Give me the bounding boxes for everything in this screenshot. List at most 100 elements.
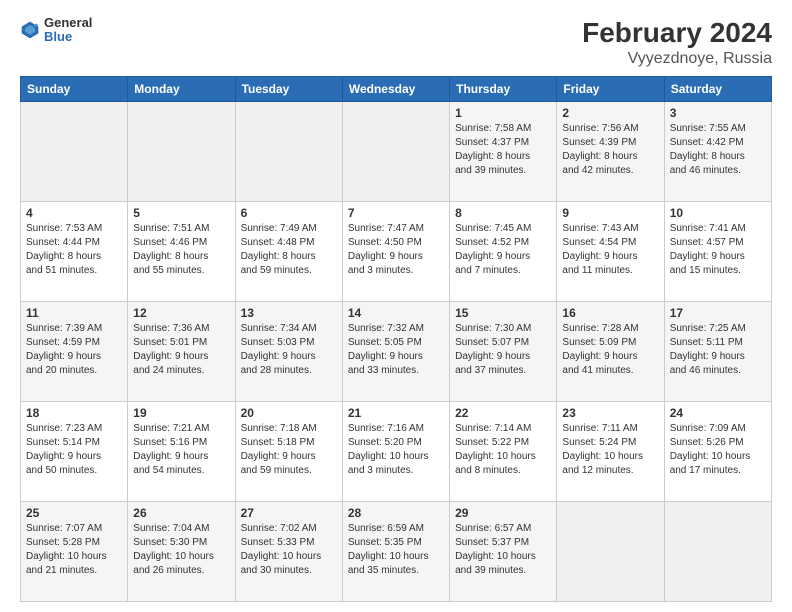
day-info: Sunrise: 7:41 AMSunset: 4:57 PMDaylight:… [670,222,766,278]
calendar-header: SundayMondayTuesdayWednesdayThursdayFrid… [21,76,772,101]
day-number: 17 [670,306,766,320]
day-number: 18 [26,406,122,420]
day-info: Sunrise: 7:45 AMSunset: 4:52 PMDaylight:… [455,222,551,278]
calendar-cell: 12 Sunrise: 7:36 AMSunset: 5:01 PMDayligh… [128,301,235,401]
day-number: 19 [133,406,229,420]
calendar-cell: 2 Sunrise: 7:56 AMSunset: 4:39 PMDaylight… [557,101,664,201]
logo-icon [20,20,40,40]
calendar-cell: 3Sunrise: 7:55 AMSunset: 4:42 PMDaylight… [664,101,771,201]
calendar-cell: 1Sunrise: 7:58 AMSunset: 4:37 PMDaylight… [450,101,557,201]
day-info: Sunrise: 6:57 AMSunset: 5:37 PMDaylight:… [455,522,551,578]
calendar-cell: 24 Sunrise: 7:09 AMSunset: 5:26 PMDayligh… [664,401,771,501]
day-number: 26 [133,506,229,520]
week-row-3: 11Sunrise: 7:39 AMSunset: 4:59 PMDayligh… [21,301,772,401]
week-row-5: 25 Sunrise: 7:07 AMSunset: 5:28 PMDayligh… [21,501,772,601]
calendar-cell: 20 Sunrise: 7:18 AMSunset: 5:18 PMDayligh… [235,401,342,501]
logo: General Blue [20,16,92,45]
day-number: 14 [348,306,444,320]
calendar-cell: 6Sunrise: 7:49 AMSunset: 4:48 PMDaylight… [235,201,342,301]
day-info: Sunrise: 7:47 AMSunset: 4:50 PMDaylight:… [348,222,444,278]
calendar-body: 1Sunrise: 7:58 AMSunset: 4:37 PMDaylight… [21,101,772,601]
calendar-cell: 27Sunrise: 7:02 AMSunset: 5:33 PMDayligh… [235,501,342,601]
calendar-cell: 23Sunrise: 7:11 AMSunset: 5:24 PMDayligh… [557,401,664,501]
day-info: Sunrise: 7:34 AMSunset: 5:03 PMDaylight:… [241,322,337,378]
day-info: Sunrise: 7:56 AMSunset: 4:39 PMDaylight:… [562,122,658,178]
day-number: 23 [562,406,658,420]
day-info: Sunrise: 6:59 AMSunset: 5:35 PMDaylight:… [348,522,444,578]
day-number: 20 [241,406,337,420]
calendar-cell [557,501,664,601]
calendar-cell: 18Sunrise: 7:23 AMSunset: 5:14 PMDayligh… [21,401,128,501]
calendar-cell: 17 Sunrise: 7:25 AMSunset: 5:11 PMDayligh… [664,301,771,401]
calendar-cell: 14 Sunrise: 7:32 AMSunset: 5:05 PMDayligh… [342,301,449,401]
day-number: 13 [241,306,337,320]
calendar-cell [235,101,342,201]
day-number: 10 [670,206,766,220]
day-info: Sunrise: 7:14 AMSunset: 5:22 PMDaylight:… [455,422,551,478]
calendar-cell [664,501,771,601]
calendar-cell: 15Sunrise: 7:30 AMSunset: 5:07 PMDayligh… [450,301,557,401]
calendar-cell: 22 Sunrise: 7:14 AMSunset: 5:22 PMDayligh… [450,401,557,501]
calendar-table: SundayMondayTuesdayWednesdayThursdayFrid… [20,76,772,602]
calendar-cell: 28 Sunrise: 6:59 AMSunset: 5:35 PMDayligh… [342,501,449,601]
logo-blue-text: Blue [44,30,92,44]
week-row-4: 18Sunrise: 7:23 AMSunset: 5:14 PMDayligh… [21,401,772,501]
calendar-cell: 9 Sunrise: 7:43 AMSunset: 4:54 PMDaylight… [557,201,664,301]
calendar-cell: 25 Sunrise: 7:07 AMSunset: 5:28 PMDayligh… [21,501,128,601]
calendar-cell: 8 Sunrise: 7:45 AMSunset: 4:52 PMDaylight… [450,201,557,301]
day-info: Sunrise: 7:39 AMSunset: 4:59 PMDaylight:… [26,322,122,378]
week-row-2: 4Sunrise: 7:53 AMSunset: 4:44 PMDaylight… [21,201,772,301]
week-row-1: 1Sunrise: 7:58 AMSunset: 4:37 PMDaylight… [21,101,772,201]
logo-general-text: General [44,16,92,30]
calendar-cell: 7 Sunrise: 7:47 AMSunset: 4:50 PMDaylight… [342,201,449,301]
day-number: 28 [348,506,444,520]
header-day-saturday: Saturday [664,76,771,101]
day-number: 21 [348,406,444,420]
calendar-cell [21,101,128,201]
day-number: 16 [562,306,658,320]
day-number: 24 [670,406,766,420]
day-number: 25 [26,506,122,520]
day-number: 2 [562,106,658,120]
header-day-sunday: Sunday [21,76,128,101]
day-info: Sunrise: 7:09 AMSunset: 5:26 PMDaylight:… [670,422,766,478]
day-info: Sunrise: 7:43 AMSunset: 4:54 PMDaylight:… [562,222,658,278]
day-info: Sunrise: 7:25 AMSunset: 5:11 PMDaylight:… [670,322,766,378]
header-row: SundayMondayTuesdayWednesdayThursdayFrid… [21,76,772,101]
day-number: 1 [455,106,551,120]
day-info: Sunrise: 7:36 AMSunset: 5:01 PMDaylight:… [133,322,229,378]
calendar-cell [128,101,235,201]
page: General Blue February 2024 Vyyezdnoye, R… [0,0,792,612]
calendar-cell [342,101,449,201]
calendar-cell: 29Sunrise: 6:57 AMSunset: 5:37 PMDayligh… [450,501,557,601]
header-day-tuesday: Tuesday [235,76,342,101]
day-info: Sunrise: 7:16 AMSunset: 5:20 PMDaylight:… [348,422,444,478]
day-info: Sunrise: 7:21 AMSunset: 5:16 PMDaylight:… [133,422,229,478]
calendar-cell: 11Sunrise: 7:39 AMSunset: 4:59 PMDayligh… [21,301,128,401]
calendar-cell: 4Sunrise: 7:53 AMSunset: 4:44 PMDaylight… [21,201,128,301]
calendar-cell: 26 Sunrise: 7:04 AMSunset: 5:30 PMDayligh… [128,501,235,601]
header-day-wednesday: Wednesday [342,76,449,101]
calendar-cell: 21 Sunrise: 7:16 AMSunset: 5:20 PMDayligh… [342,401,449,501]
day-number: 9 [562,206,658,220]
logo-text: General Blue [44,16,92,45]
day-number: 5 [133,206,229,220]
day-number: 22 [455,406,551,420]
header: General Blue February 2024 Vyyezdnoye, R… [20,16,772,68]
day-number: 4 [26,206,122,220]
day-number: 12 [133,306,229,320]
day-info: Sunrise: 7:32 AMSunset: 5:05 PMDaylight:… [348,322,444,378]
day-info: Sunrise: 7:51 AMSunset: 4:46 PMDaylight:… [133,222,229,278]
day-number: 7 [348,206,444,220]
calendar-cell: 16 Sunrise: 7:28 AMSunset: 5:09 PMDayligh… [557,301,664,401]
day-info: Sunrise: 7:28 AMSunset: 5:09 PMDaylight:… [562,322,658,378]
day-number: 8 [455,206,551,220]
day-info: Sunrise: 7:04 AMSunset: 5:30 PMDaylight:… [133,522,229,578]
day-info: Sunrise: 7:55 AMSunset: 4:42 PMDaylight:… [670,122,766,178]
day-info: Sunrise: 7:18 AMSunset: 5:18 PMDaylight:… [241,422,337,478]
calendar-cell: 10 Sunrise: 7:41 AMSunset: 4:57 PMDayligh… [664,201,771,301]
calendar-cell: 5 Sunrise: 7:51 AMSunset: 4:46 PMDaylight… [128,201,235,301]
day-number: 6 [241,206,337,220]
day-info: Sunrise: 7:07 AMSunset: 5:28 PMDaylight:… [26,522,122,578]
day-number: 15 [455,306,551,320]
